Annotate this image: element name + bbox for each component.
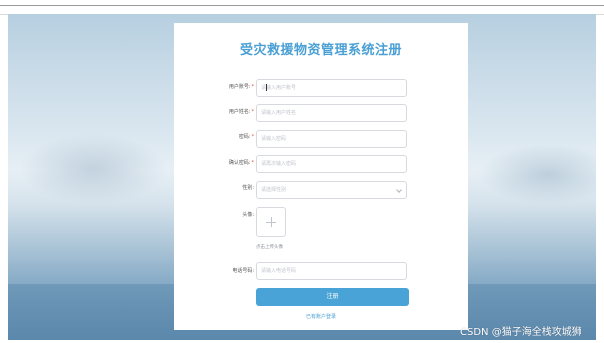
confirm-password-input[interactable] — [256, 155, 407, 173]
background-cloud — [478, 144, 596, 204]
avatar-upload-hint: 点击上传头像 — [256, 245, 283, 250]
gender-select[interactable]: 请选择性别 — [256, 181, 407, 199]
browser-top-bar — [0, 0, 604, 15]
required-mark: * — [251, 134, 255, 140]
gender-placeholder: 请选择性别 — [261, 187, 287, 193]
account-label: 用户账号:* — [229, 83, 254, 91]
register-card: 受灾救援物资管理系统注册 用户账号:* 用户姓名:* 密码:* 确认密码:* 性… — [174, 23, 468, 330]
required-mark: * — [251, 160, 255, 166]
watermark: CSDN @猫子海全栈攻城狮 — [460, 327, 582, 338]
plus-icon — [271, 217, 272, 227]
name-label: 用户姓名:* — [229, 108, 254, 116]
register-button[interactable]: 注册 — [256, 288, 409, 306]
avatar-upload-button[interactable] — [256, 207, 286, 237]
top-divider — [0, 5, 604, 6]
name-input[interactable] — [256, 104, 407, 122]
required-mark: * — [251, 84, 255, 90]
confirm-password-label-text: 确认密码: — [228, 160, 251, 166]
phone-input[interactable] — [256, 262, 407, 280]
required-mark: * — [251, 109, 255, 115]
password-input[interactable] — [256, 130, 407, 148]
chevron-down-icon — [396, 187, 402, 193]
gender-label: 性别: — [242, 184, 254, 192]
name-label-text: 用户姓名: — [228, 109, 251, 115]
avatar-label: 头像: — [242, 211, 254, 219]
password-label-text: 密码: — [238, 134, 251, 140]
page-title: 受灾救援物资管理系统注册 — [239, 43, 402, 58]
background-cloud — [18, 134, 168, 204]
phone-label: 电话号码: — [232, 267, 254, 275]
account-label-text: 用户账号: — [228, 84, 251, 90]
text-cursor — [266, 84, 267, 91]
account-input[interactable] — [256, 79, 407, 97]
password-label: 密码:* — [239, 133, 254, 141]
gender-label-text: 性别: — [242, 185, 254, 191]
phone-label-text: 电话号码: — [232, 268, 254, 274]
confirm-password-label: 确认密码:* — [229, 159, 254, 167]
login-link[interactable]: 已有账户登录 — [174, 313, 468, 320]
avatar-label-text: 头像: — [242, 212, 254, 218]
